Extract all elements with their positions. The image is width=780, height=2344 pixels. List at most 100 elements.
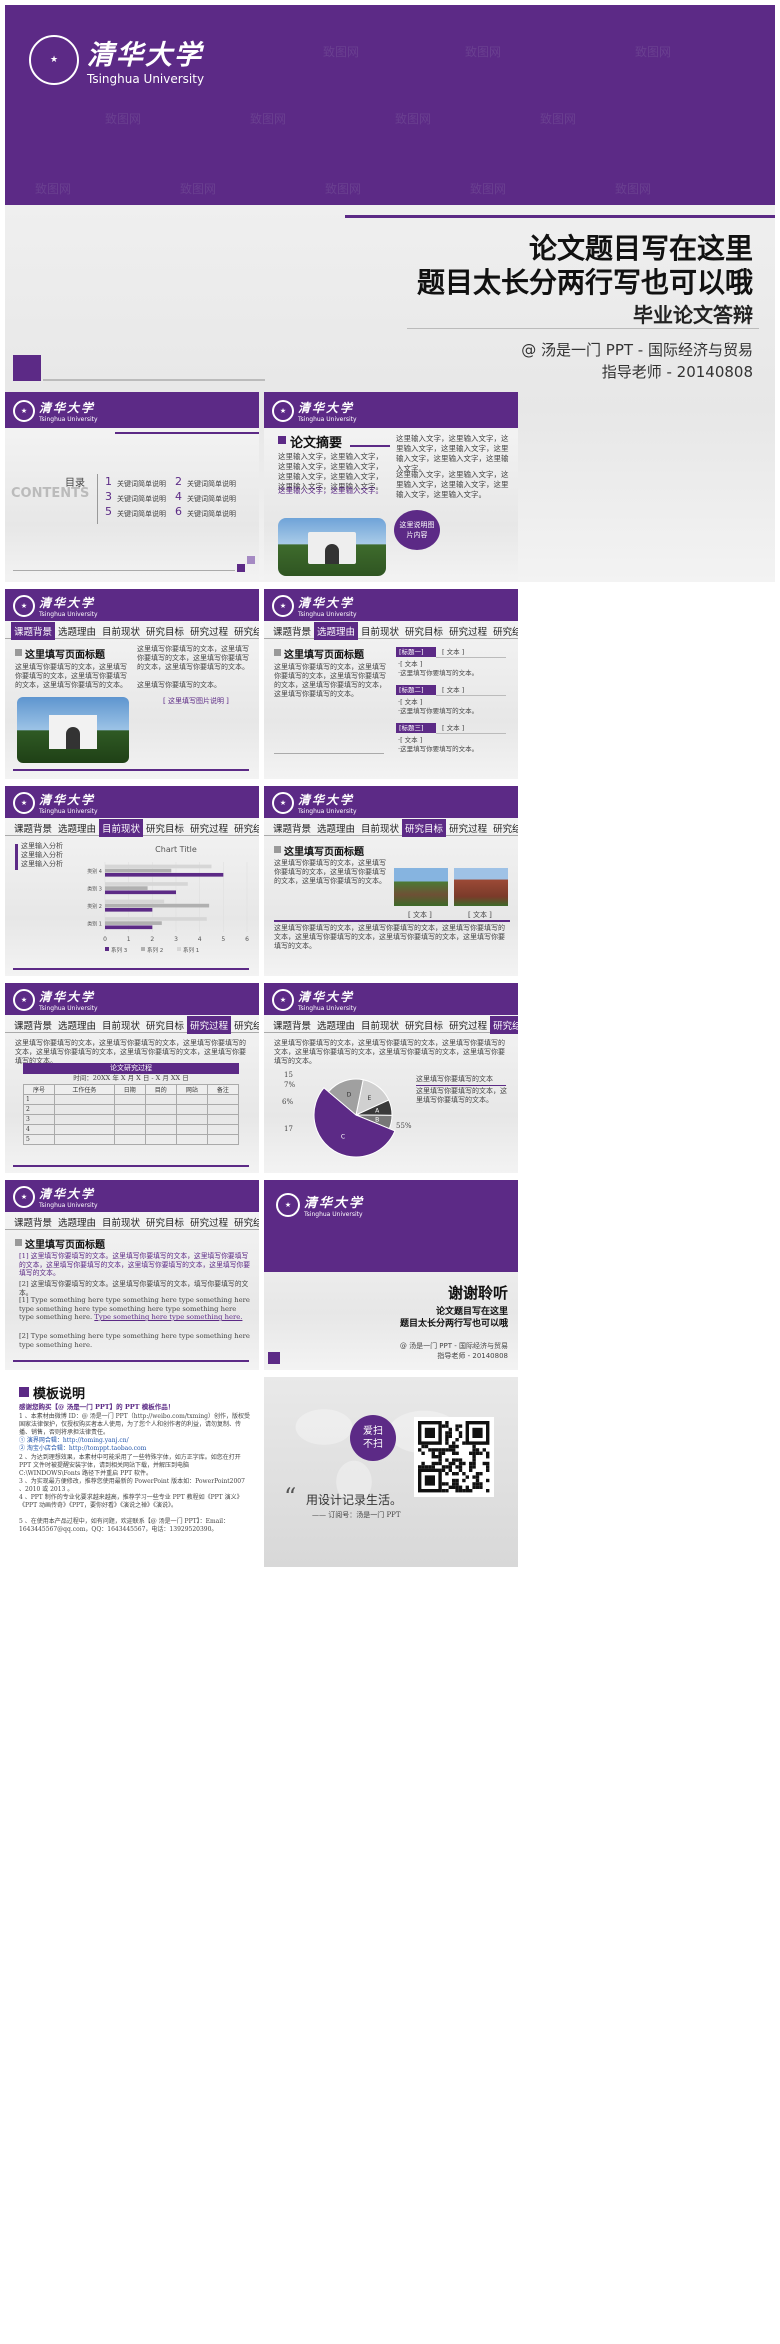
nav-tab[interactable]: 课题背景 [270,622,314,640]
table-row: 2 [22,1104,240,1115]
nav-tab[interactable]: 目前现状 [358,819,402,837]
nav-tab[interactable]: 研究过程 [187,622,231,640]
table-cell[interactable]: 4 [22,1124,56,1135]
nav-tab[interactable]: 研究目标 [143,1213,187,1231]
divider [13,570,235,571]
nav-tab[interactable]: 研究目标 [143,622,187,640]
contents-item[interactable]: 关键词简单说明 [187,493,236,505]
nav-tab[interactable]: 研究过程 [187,1015,232,1034]
table-cell[interactable] [206,1104,240,1115]
nav-tab[interactable]: 目前现状 [358,1016,402,1034]
nav-tab[interactable]: 研究过程 [446,622,490,640]
table-cell[interactable] [113,1114,146,1125]
nav-tab[interactable]: 研究目标 [402,1016,446,1034]
nav-tab[interactable]: 研究过程 [187,819,231,837]
nav-tab[interactable]: 选题理由 [55,622,99,640]
nav-tab[interactable]: 课题背景 [11,1016,55,1034]
nav-tab[interactable]: 课题背景 [11,621,56,640]
nav-tab[interactable]: 课题背景 [270,819,314,837]
table-cell[interactable] [175,1134,208,1145]
qr-code-icon[interactable] [414,1417,494,1497]
divider [274,920,510,922]
nav-tab[interactable]: 研究结论 [231,819,259,837]
notes-link-1[interactable]: ① 演界网合辑：http://toming.yanj.cn/ [19,1437,129,1445]
table-cell[interactable] [144,1124,177,1135]
table-cell[interactable]: 5 [22,1134,56,1145]
table-cell[interactable] [206,1124,240,1135]
table-cell[interactable] [54,1094,115,1105]
nav-tab[interactable]: 课题背景 [11,819,55,837]
nav-tab[interactable]: 选题理由 [55,1213,99,1231]
table-cell[interactable] [206,1094,240,1105]
table-cell[interactable] [113,1104,146,1115]
university-seal-icon: ★ [13,792,35,814]
reference-item: [2] Type something here type something h… [19,1332,250,1349]
contents-item[interactable]: 关键词简单说明 [117,508,166,520]
nav-tab[interactable]: 选题理由 [314,621,359,640]
nav-tab[interactable]: 研究过程 [446,819,490,837]
nav-tab[interactable]: 研究目标 [402,622,446,640]
table-cell[interactable] [54,1134,115,1145]
nav-tab[interactable]: 研究结论 [231,1213,259,1231]
nav-tab[interactable]: 课题背景 [270,1016,314,1034]
nav-tab[interactable]: 选题理由 [55,819,99,837]
table-cell[interactable] [175,1124,208,1135]
table-cell[interactable] [175,1114,208,1125]
table-cell[interactable] [113,1124,146,1135]
nav-tab[interactable]: 选题理由 [55,1016,99,1034]
y-tick-label: 类别 3 [87,885,102,892]
table-cell[interactable] [144,1134,177,1145]
pie-slice-label: C [341,1134,345,1141]
table-cell[interactable]: 3 [22,1114,56,1125]
contents-item[interactable]: 关键词简单说明 [117,478,166,490]
table-cell[interactable] [175,1094,208,1105]
table-cell[interactable] [144,1094,177,1105]
nav-tab[interactable]: 研究结论 [490,1015,518,1034]
table-cell[interactable] [206,1134,240,1145]
table-cell[interactable] [54,1104,115,1115]
cover-square-deco [13,355,41,381]
nav-tab[interactable]: 选题理由 [314,1016,358,1034]
table-cell[interactable] [206,1114,240,1125]
divider [436,733,506,734]
nav-tab[interactable]: 研究过程 [446,1016,490,1034]
nav-tab[interactable]: 目前现状 [99,622,143,640]
nav-tab[interactable]: 研究目标 [143,1016,187,1034]
nav-tab[interactable]: 课题背景 [11,1213,55,1231]
x-tick-label: 6 [245,936,249,943]
notes-link-2[interactable]: ② 淘宝小店合辑：http://tomppt.taobao.com [19,1445,146,1453]
university-seal-icon: ★ [13,989,35,1011]
section-item: ·这里填写你要填写的文本。 [398,745,479,753]
nav-tab[interactable]: 研究目标 [143,819,187,837]
analysis-bullet: 这里输入分析 [21,851,63,859]
contents-item[interactable]: 关键词简单说明 [187,508,236,520]
nav-tab[interactable]: 研究目标 [402,818,447,837]
table-cell[interactable] [113,1134,146,1145]
table-cell[interactable] [54,1114,115,1125]
nav-tab[interactable]: 目前现状 [358,622,402,640]
notes-p3: 3 、为实现最方便修改，推荐您使用最新的 PowerPoint 版本如：Powe… [19,1478,245,1493]
table-cell[interactable] [113,1094,146,1105]
table-cell[interactable]: 1 [22,1094,56,1105]
table-cell[interactable] [144,1114,177,1125]
thanks-advisor: 指导老师 - 20140808 [437,1352,508,1360]
reference-link[interactable]: Type something here type something here. [94,1313,242,1321]
table-cell[interactable]: 2 [22,1104,56,1115]
contents-item[interactable]: 关键词简单说明 [117,493,166,505]
nav-tab[interactable]: 目前现状 [99,818,144,837]
pie-note: 这里填写你要填写的文本 [416,1075,493,1083]
nav-tab[interactable]: 研究结论 [490,622,518,640]
contents-item[interactable]: 关键词简单说明 [187,478,236,490]
nav-tab[interactable]: 研究结论 [231,1016,259,1034]
nav-tab[interactable]: 目前现状 [99,1213,143,1231]
nav-tab[interactable]: 选题理由 [314,819,358,837]
table-cell[interactable] [144,1104,177,1115]
contents-number: 2 [175,475,182,488]
pie-pct-label: 6% [282,1098,294,1106]
nav-tab[interactable]: 研究结论 [490,819,518,837]
table-cell[interactable] [175,1104,208,1115]
nav-tab[interactable]: 研究过程 [187,1213,231,1231]
nav-tab[interactable]: 目前现状 [99,1016,143,1034]
table-cell[interactable] [54,1124,115,1135]
nav-tab[interactable]: 研究结论 [231,622,259,640]
